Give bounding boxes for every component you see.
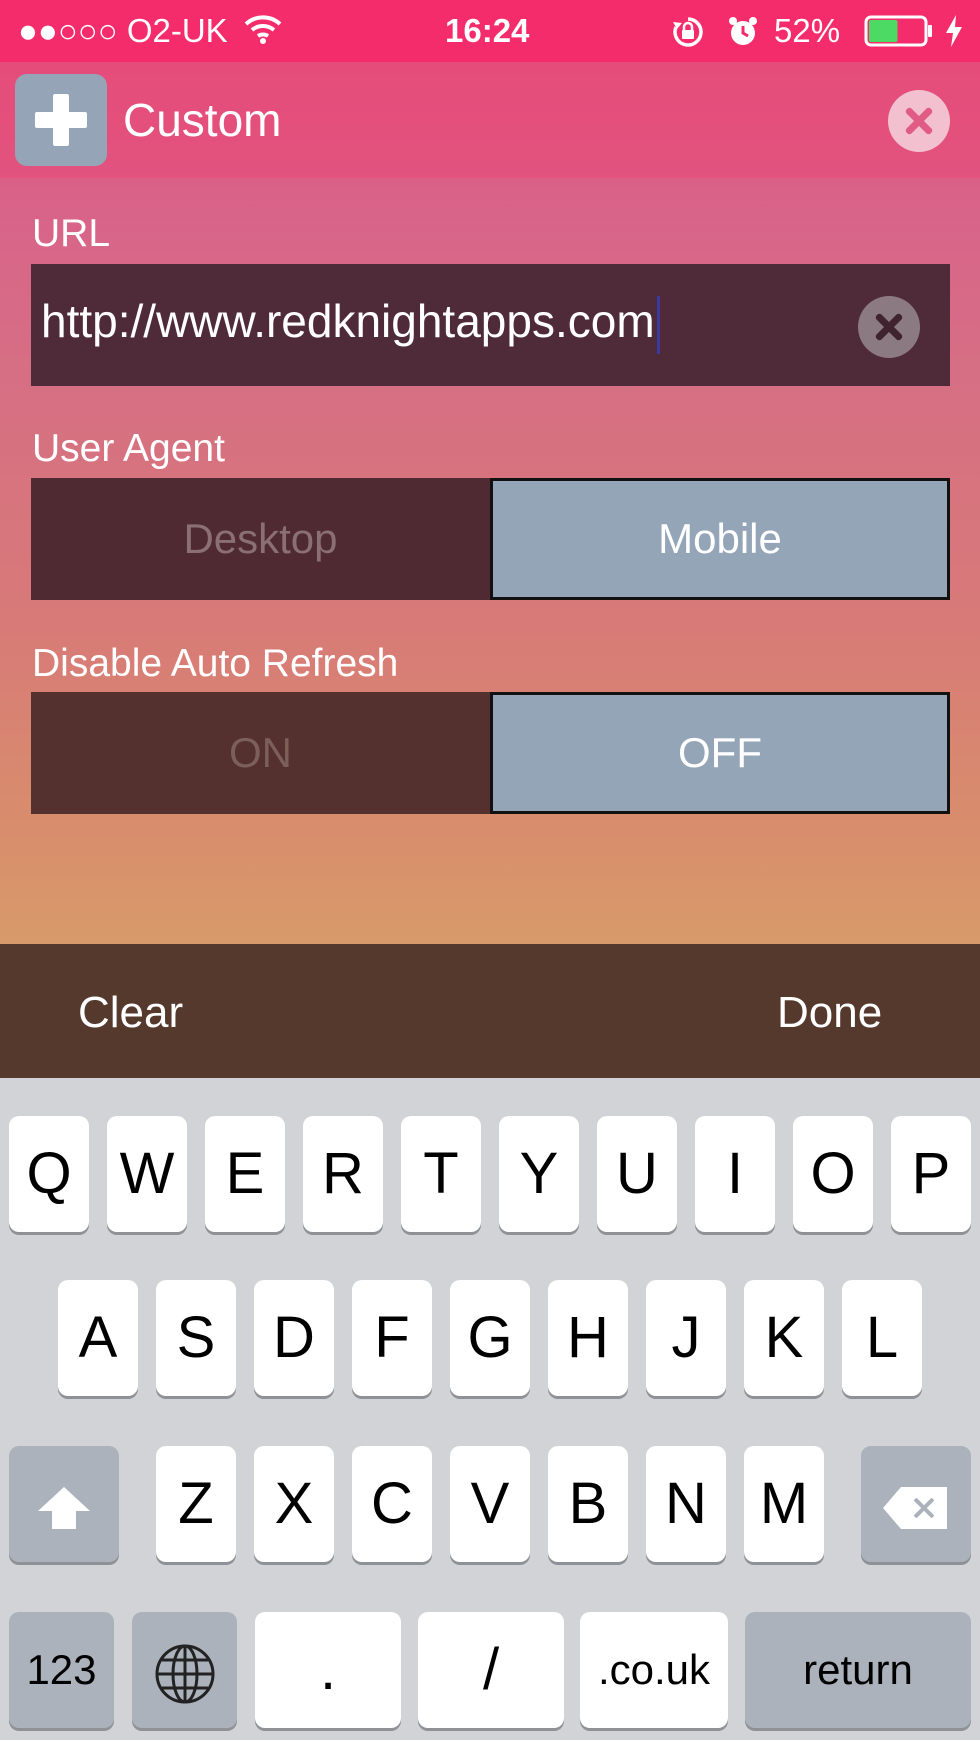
segment-mobile[interactable]: Mobile <box>490 478 950 600</box>
key-a[interactable]: A <box>58 1280 138 1396</box>
url-label: URL <box>32 212 111 255</box>
return-key[interactable]: return <box>745 1612 971 1728</box>
page-title: Custom <box>123 94 282 146</box>
globe-icon <box>153 1637 217 1704</box>
battery-icon <box>864 15 934 55</box>
key-g[interactable]: G <box>450 1280 530 1396</box>
key-f[interactable]: F <box>352 1280 432 1396</box>
key-e[interactable]: E <box>205 1116 285 1232</box>
orientation-lock-icon <box>672 16 704 56</box>
key-q[interactable]: Q <box>9 1116 89 1232</box>
url-input[interactable]: http://www.redknightapps.com <box>31 264 950 386</box>
carrier-label: ●●○○○ O2-UK <box>18 12 228 49</box>
key-r[interactable]: R <box>303 1116 383 1232</box>
user-agent-segmented-control: Desktop Mobile <box>31 478 950 600</box>
status-bar: ●●○○○ O2-UK 16:24 52% <box>0 0 980 62</box>
domain-key[interactable]: .co.uk <box>580 1612 728 1728</box>
done-button[interactable]: Done <box>777 988 882 1038</box>
key-t[interactable]: T <box>401 1116 481 1232</box>
key-d[interactable]: D <box>254 1280 334 1396</box>
auto-refresh-segmented-control: ON OFF <box>31 692 950 814</box>
keyboard: Q W E R T Y U I O P A S D F G H J K L Z … <box>0 1078 980 1740</box>
key-k[interactable]: K <box>744 1280 824 1396</box>
key-i[interactable]: I <box>695 1116 775 1232</box>
backspace-key[interactable] <box>861 1446 971 1562</box>
key-u[interactable]: U <box>597 1116 677 1232</box>
segment-on[interactable]: ON <box>31 692 490 814</box>
segment-off[interactable]: OFF <box>490 692 950 814</box>
charging-icon <box>944 14 964 56</box>
close-button[interactable] <box>888 90 950 152</box>
wifi-icon <box>244 14 282 52</box>
text-caret <box>656 295 660 354</box>
key-m[interactable]: M <box>744 1446 824 1562</box>
shift-key[interactable] <box>9 1446 119 1562</box>
key-c[interactable]: C <box>352 1446 432 1562</box>
key-o[interactable]: O <box>793 1116 873 1232</box>
backspace-icon <box>881 1471 951 1536</box>
segment-desktop[interactable]: Desktop <box>31 478 490 600</box>
key-p[interactable]: P <box>891 1116 971 1232</box>
key-n[interactable]: N <box>646 1446 726 1562</box>
period-key[interactable]: . <box>255 1612 401 1728</box>
battery-percent: 52% <box>774 12 841 49</box>
clear-button[interactable]: Clear <box>78 988 183 1038</box>
key-s[interactable]: S <box>156 1280 236 1396</box>
add-button[interactable] <box>15 74 107 166</box>
clock: 16:24 <box>445 12 530 49</box>
key-l[interactable]: L <box>842 1280 922 1396</box>
user-agent-label: User Agent <box>32 427 225 470</box>
clear-url-button[interactable] <box>858 296 920 358</box>
key-x[interactable]: X <box>254 1446 334 1562</box>
auto-refresh-label: Disable Auto Refresh <box>32 642 399 685</box>
alarm-icon <box>727 16 759 56</box>
key-v[interactable]: V <box>450 1446 530 1562</box>
key-y[interactable]: Y <box>499 1116 579 1232</box>
key-z[interactable]: Z <box>156 1446 236 1562</box>
key-b[interactable]: B <box>548 1446 628 1562</box>
url-value: http://www.redknightapps.com <box>41 295 655 347</box>
slash-key[interactable]: / <box>418 1612 564 1728</box>
numbers-key[interactable]: 123 <box>9 1612 114 1728</box>
shift-icon <box>34 1471 94 1536</box>
key-j[interactable]: J <box>646 1280 726 1396</box>
globe-key[interactable] <box>132 1612 237 1728</box>
key-w[interactable]: W <box>107 1116 187 1232</box>
key-h[interactable]: H <box>548 1280 628 1396</box>
